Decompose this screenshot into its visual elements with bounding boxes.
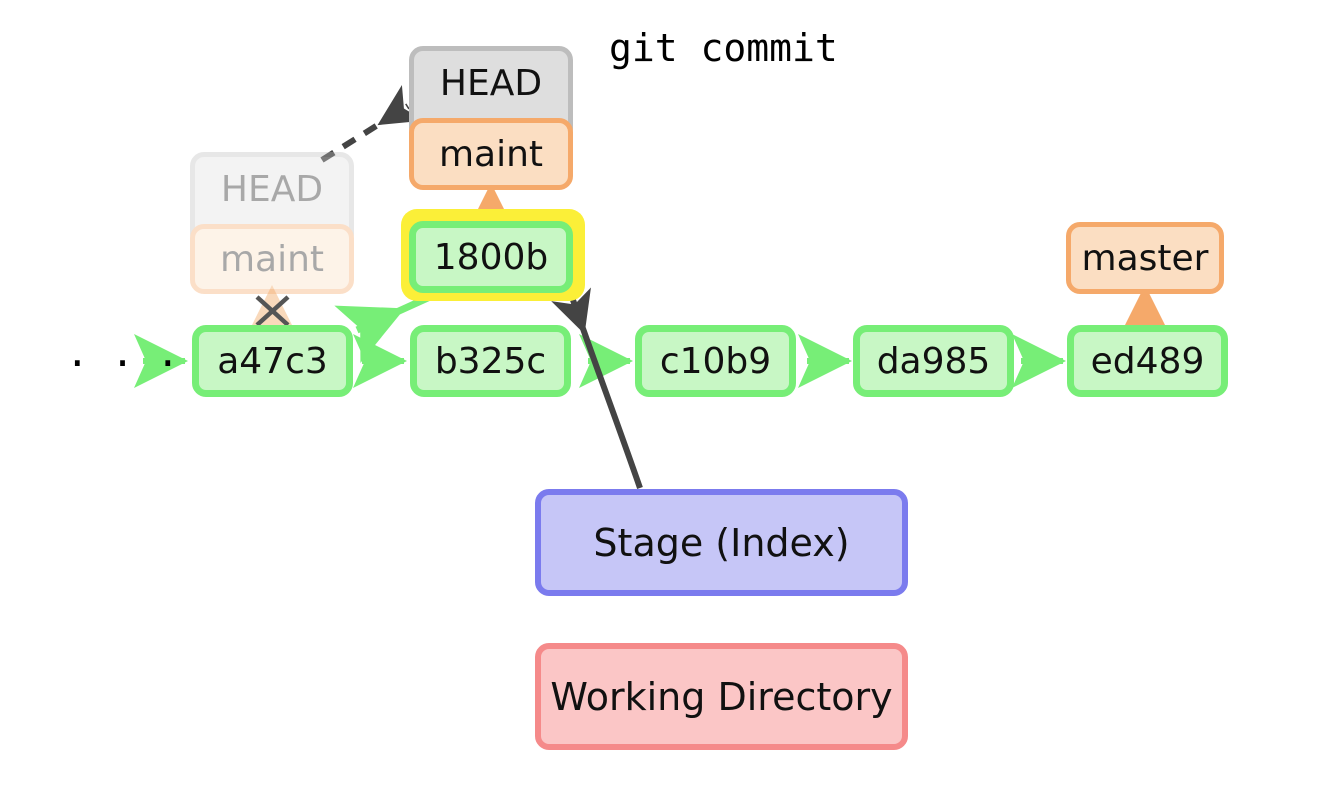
head-label: HEAD: [439, 63, 543, 104]
commit-id-da985: da985: [876, 340, 991, 382]
git-commit-diagram: git commit · · · HEAD maint HEAD maint m…: [0, 0, 1326, 790]
commit-id-1800b: 1800b: [433, 236, 549, 278]
maint-ref-box[interactable]: maint: [409, 118, 573, 190]
old-maint-box[interactable]: maint: [190, 224, 354, 294]
working-directory-label: Working Directory: [550, 674, 893, 719]
old-head-label: HEAD: [220, 169, 324, 210]
commit-node-c10b9[interactable]: c10b9: [635, 325, 796, 397]
maint-label: maint: [438, 133, 544, 175]
commit-id-ed489: ed489: [1090, 340, 1205, 382]
stage-index-label: Stage (Index): [593, 520, 850, 565]
commit-node-ed489[interactable]: ed489: [1067, 325, 1228, 397]
commit-node-a47c3[interactable]: a47c3: [192, 325, 353, 397]
commit-id-c10b9: c10b9: [659, 340, 772, 382]
commit-id-b325c: b325c: [434, 340, 547, 382]
commit-node-1800b[interactable]: 1800b: [409, 221, 573, 293]
stage-index-box[interactable]: Stage (Index): [535, 489, 908, 596]
commit-node-b325c[interactable]: b325c: [410, 325, 571, 397]
stage-to-commit-curve: [551, 287, 643, 489]
working-directory-box[interactable]: Working Directory: [535, 643, 908, 750]
page-title: git commit: [609, 26, 838, 70]
commit-id-a47c3: a47c3: [217, 340, 328, 382]
old-maint-label: maint: [219, 238, 325, 280]
ellipsis-more-commits: · · ·: [70, 336, 184, 390]
commit-node-da985[interactable]: da985: [853, 325, 1014, 397]
master-label: master: [1081, 237, 1209, 279]
master-ref-box[interactable]: master: [1066, 222, 1224, 294]
cancel-x-icon: [255, 295, 290, 327]
